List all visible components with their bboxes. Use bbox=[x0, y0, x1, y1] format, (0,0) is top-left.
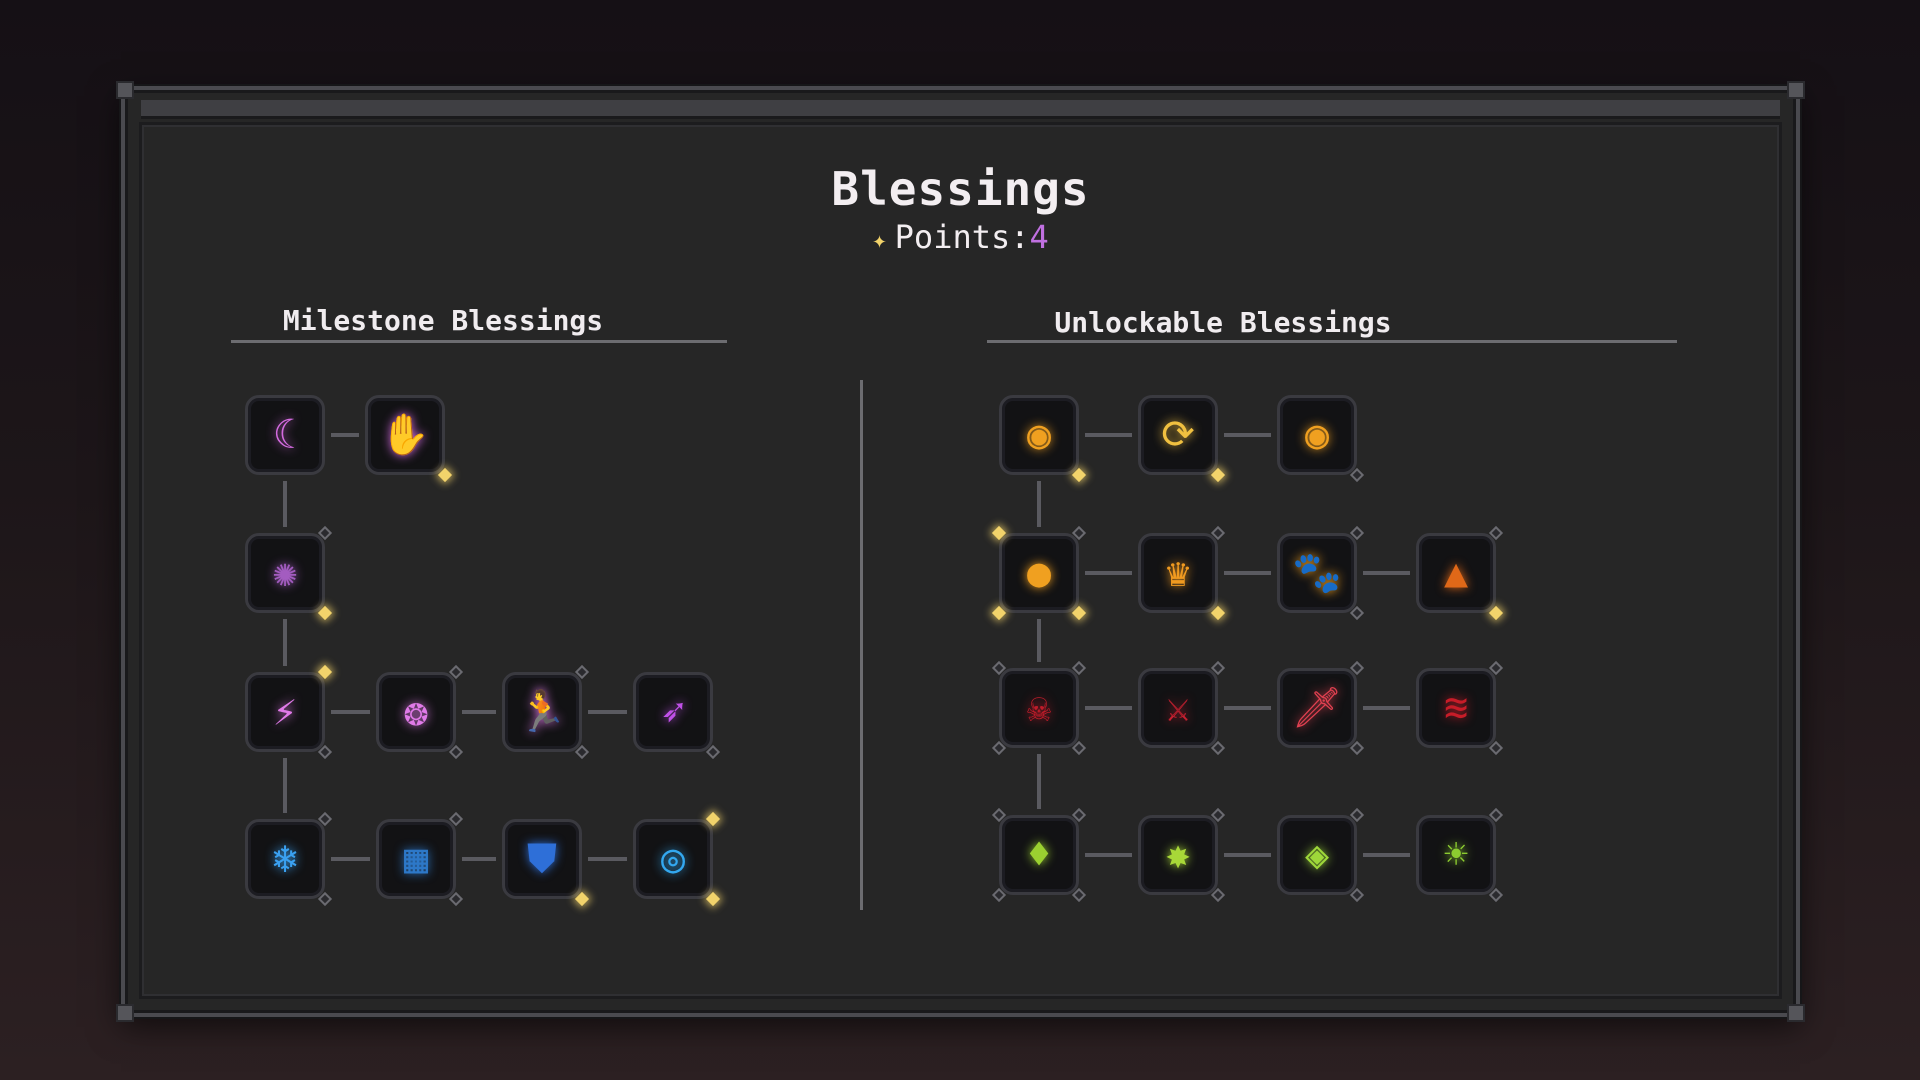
blessings-window: Blessings ✦ Points:4 Milestone Blessings … bbox=[116, 81, 1805, 1022]
claw-marks-icon: ≋ bbox=[1443, 685, 1469, 731]
blessing-node-u3[interactable]: ◉ bbox=[1277, 395, 1365, 483]
toxic-sun-icon: ☀ bbox=[1443, 832, 1469, 878]
fiery-eye-icon: ◉ bbox=[1304, 412, 1330, 458]
blessing-node-m2[interactable]: ✋ bbox=[365, 395, 453, 483]
blessing-node-m8[interactable]: ❄ bbox=[245, 811, 333, 907]
orb-burst-icon: ❂ bbox=[403, 689, 429, 735]
blessing-node-u2[interactable]: ⟳ bbox=[1138, 395, 1226, 483]
blade-icon: 🗡 bbox=[1291, 685, 1343, 731]
blessing-node-u4[interactable]: ● bbox=[991, 525, 1087, 621]
blessing-node-m7[interactable]: ➶ bbox=[633, 672, 721, 760]
blessing-node-u11[interactable]: ≋ bbox=[1416, 660, 1504, 756]
blessing-node-m9[interactable]: ▦ bbox=[376, 811, 464, 907]
blessing-node-u13[interactable]: ✸ bbox=[1138, 807, 1226, 903]
blessing-node-u1[interactable]: ◉ bbox=[999, 395, 1087, 483]
blood-blade-icon: ⚔ bbox=[1165, 685, 1191, 731]
blessing-node-u7[interactable]: ▲ bbox=[1416, 525, 1504, 621]
blessing-node-u12[interactable]: ♦ bbox=[991, 807, 1087, 903]
crescent-slash-icon: ☾ bbox=[272, 412, 298, 458]
paw-icon: 🐾 bbox=[1292, 550, 1342, 596]
inferno-icon: ▲ bbox=[1443, 550, 1469, 596]
flame-crown-icon: ♛ bbox=[1165, 550, 1191, 596]
blessing-node-u9[interactable]: ⚔ bbox=[1138, 660, 1226, 756]
spark-dash-icon: ⚡ bbox=[272, 689, 298, 735]
fiery-eye-icon: ◉ bbox=[1026, 412, 1052, 458]
vortex-icon: ◎ bbox=[660, 836, 686, 882]
blessing-node-m10[interactable]: ⛊ bbox=[502, 819, 590, 907]
claw-hand-icon: ✋ bbox=[380, 412, 430, 458]
blessing-node-m4[interactable]: ⚡ bbox=[245, 664, 333, 760]
blessing-node-u8[interactable]: ☠ bbox=[991, 660, 1087, 756]
blessing-node-u10[interactable]: 🗡 bbox=[1277, 660, 1365, 756]
blessing-node-m3[interactable]: ✺ bbox=[245, 525, 333, 621]
shield-icon: ⛊ bbox=[527, 836, 557, 882]
blessing-node-u14[interactable]: ◈ bbox=[1277, 807, 1365, 903]
blessing-node-m6[interactable]: 🏃 bbox=[502, 664, 590, 760]
ice-crystal-icon: ❄ bbox=[272, 836, 298, 882]
demon-face-icon: ☠ bbox=[1026, 685, 1052, 731]
blessing-node-m5[interactable]: ❂ bbox=[376, 664, 464, 760]
blessing-node-m1[interactable]: ☾ bbox=[245, 395, 325, 475]
blessing-node-u5[interactable]: ♛ bbox=[1138, 525, 1226, 621]
fire-orb-icon: ● bbox=[1026, 550, 1052, 596]
blessing-node-m11[interactable]: ◎ bbox=[633, 811, 721, 907]
poison-drop-icon: ♦ bbox=[1026, 832, 1052, 878]
cycle-icon: ⟳ bbox=[1161, 412, 1195, 458]
arcane-wing-icon: ➶ bbox=[660, 689, 686, 735]
blessing-node-u15[interactable]: ☀ bbox=[1416, 807, 1504, 903]
toxic-strike-icon: ✸ bbox=[1165, 832, 1191, 878]
cursed-sigil-icon: ✺ bbox=[272, 550, 298, 596]
sprint-icon: 🏃 bbox=[517, 689, 567, 735]
blessing-node-u6[interactable]: 🐾 bbox=[1277, 525, 1365, 621]
rune-grid-icon: ▦ bbox=[403, 836, 429, 882]
toxic-eye-icon: ◈ bbox=[1304, 832, 1330, 878]
